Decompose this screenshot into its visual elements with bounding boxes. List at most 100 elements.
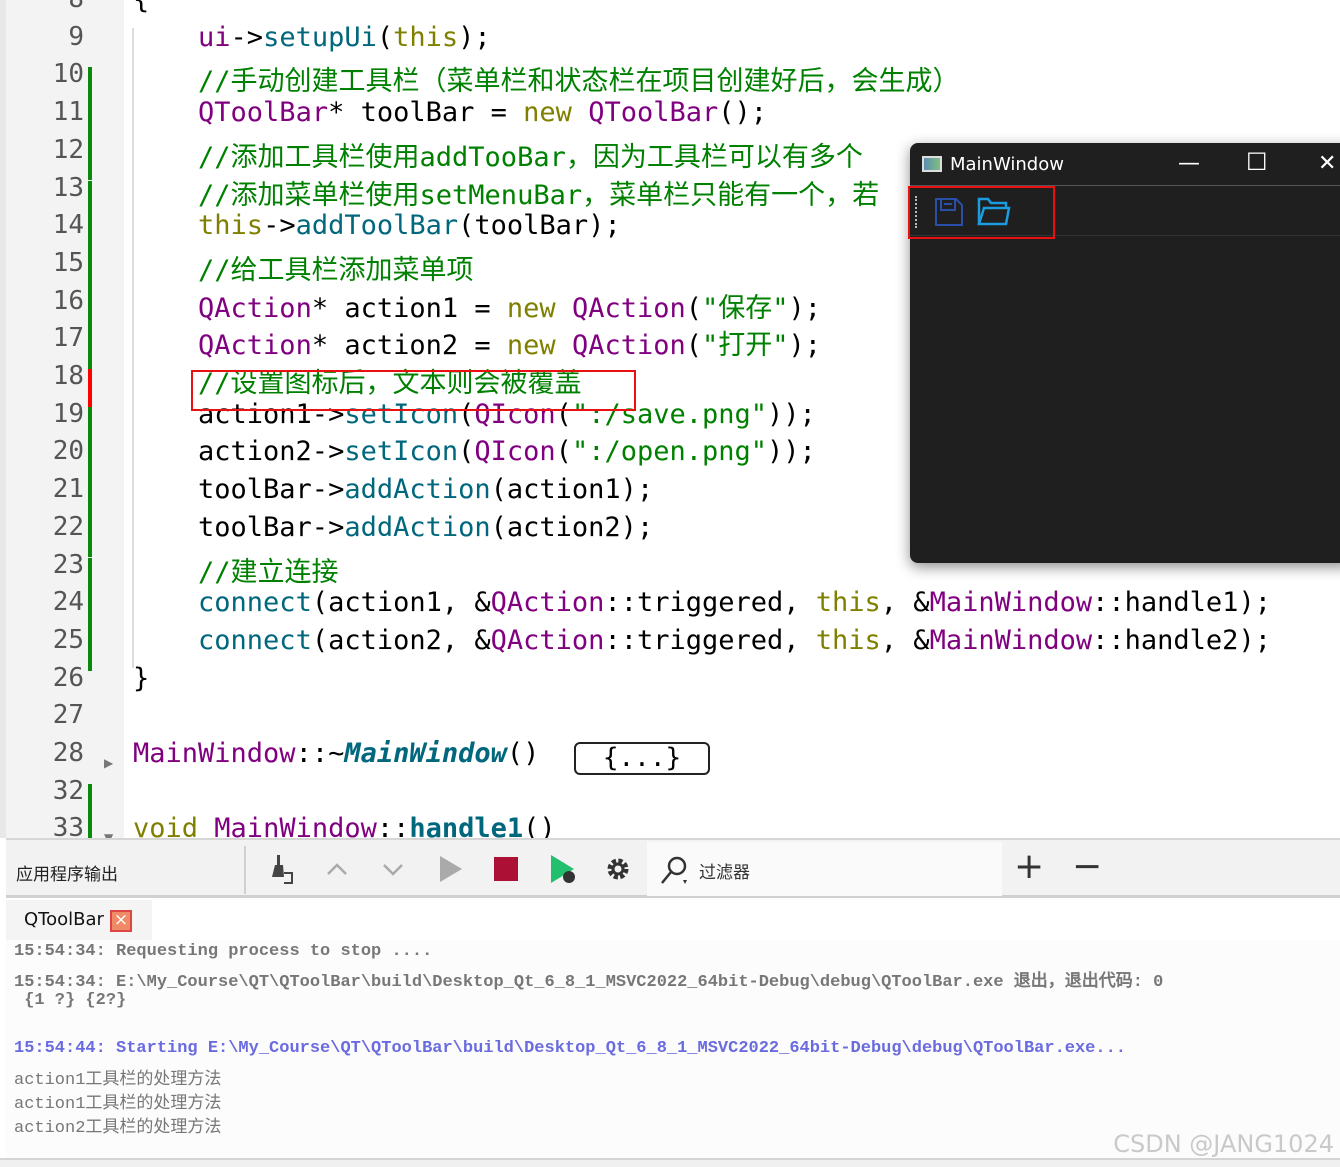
code-token: new	[506, 330, 556, 362]
close-button[interactable]: ✕	[1318, 151, 1336, 176]
folded-code-placeholder[interactable]: {...}	[574, 742, 710, 775]
code-token: (	[376, 21, 394, 53]
add-button[interactable]: +	[1014, 846, 1044, 887]
code-token: this	[815, 624, 881, 656]
line-number: 18	[52, 361, 84, 391]
code-token: QAction	[490, 587, 605, 619]
code-token: (	[555, 436, 572, 468]
output-tabs: QToolBar ×	[6, 898, 1340, 940]
minimize-button[interactable]: —	[1178, 151, 1200, 176]
code-token: ));	[767, 436, 816, 468]
code-token: (action1);	[490, 474, 654, 506]
filter-input[interactable]: 过滤器	[647, 842, 1002, 896]
fold-collapse-icon[interactable]: ▼	[104, 831, 113, 838]
status-strip	[0, 1158, 1340, 1167]
code-token: this	[198, 210, 264, 242]
code-token: connect	[198, 624, 312, 656]
code-token: );	[458, 21, 491, 53]
remove-button[interactable]: −	[1072, 846, 1102, 887]
chevron-down-icon[interactable]	[376, 852, 410, 886]
code-token: * action2 =	[311, 330, 507, 362]
chevron-up-icon[interactable]	[320, 852, 354, 886]
code-token: setIcon	[344, 436, 459, 468]
line-number: 23	[52, 549, 84, 580]
code-token: QIcon	[474, 436, 556, 468]
code-line: MainWindow::~MainWindow()	[133, 738, 539, 769]
output-line: action1工具栏的处理方法	[14, 1094, 222, 1114]
code-token: QAction	[198, 330, 312, 362]
change-marker	[88, 519, 92, 558]
output-line: 15:54:34: E:\My_Course\QT\QToolBar\build…	[14, 973, 1164, 993]
code-line: //添加工具栏使用addTooBar，因为工具栏可以有多个	[133, 135, 863, 174]
change-marker	[88, 783, 92, 822]
code-token: setupUi	[263, 21, 377, 53]
code-line: ui->setupUi(this);	[133, 22, 491, 53]
line-number: 15	[52, 247, 84, 278]
code-token: action2->	[133, 436, 345, 468]
fold-expand-icon[interactable]: ▶	[104, 756, 113, 770]
code-token: ();	[718, 97, 768, 129]
line-number: 14	[52, 210, 84, 241]
code-token: ->	[230, 21, 264, 53]
code-token: }	[133, 662, 150, 694]
code-token: ()	[506, 738, 540, 769]
code-token: (action2);	[490, 511, 654, 543]
window-title: MainWindow	[950, 153, 1064, 175]
change-marker	[88, 406, 92, 445]
run-debug-icon[interactable]	[546, 852, 580, 886]
line-number: 11	[52, 97, 84, 128]
maximize-button[interactable]: ☐	[1246, 148, 1268, 176]
gear-icon[interactable]	[601, 852, 635, 886]
code-token: //添加菜单栏使用setMenuBar，菜单栏只能有一个，若	[133, 179, 880, 211]
change-marker	[88, 67, 92, 106]
code-token: void	[133, 813, 199, 838]
code-token: (	[685, 330, 703, 362]
change-marker	[88, 331, 92, 369]
tab-qtoolbar[interactable]: QToolBar ×	[6, 900, 152, 940]
line-number: 21	[52, 474, 84, 505]
code-line: {	[133, 0, 149, 15]
code-token: ->	[263, 210, 296, 242]
code-token: (toolBar);	[458, 210, 621, 242]
line-number: 26	[52, 662, 84, 693]
code-token: new	[523, 97, 572, 129]
code-token: this	[815, 587, 881, 619]
line-number: 19	[52, 398, 84, 429]
app-icon	[922, 156, 942, 172]
tab-close-icon[interactable]: ×	[110, 910, 132, 932]
output-panel-toolbar: 应用程序输出 过滤器 + −	[6, 838, 1340, 898]
code-token: , &	[880, 624, 930, 656]
code-token: //给工具栏添加菜单项	[133, 254, 474, 286]
line-number: 20	[52, 436, 84, 467]
line-number: 13	[52, 172, 84, 203]
highlight-box-toolbar	[908, 186, 1055, 239]
line-number: 28	[52, 738, 84, 768]
code-token: ::triggered,	[604, 587, 816, 619]
filter-placeholder: 过滤器	[699, 863, 750, 883]
output-line: {1 ?} {2?}	[14, 990, 127, 1010]
separator	[244, 846, 246, 894]
code-token: ::	[376, 813, 410, 838]
run-icon[interactable]	[434, 852, 468, 886]
code-line: //建立连接	[133, 550, 339, 589]
code-token: QAction	[198, 292, 312, 324]
code-token: addAction	[344, 511, 491, 543]
clear-icon[interactable]	[264, 852, 298, 886]
code-token: ":/open.png"	[571, 436, 768, 468]
code-token: toolBar->	[133, 474, 345, 506]
code-token: {	[133, 0, 149, 15]
output-line: 15:54:44: Starting E:\My_Course\QT\QTool…	[14, 1039, 1126, 1059]
line-number: 10	[52, 59, 84, 90]
stop-icon[interactable]	[489, 852, 523, 886]
search-icon	[661, 856, 687, 884]
code-token: MainWindow	[929, 587, 1093, 619]
code-token: new	[506, 292, 556, 324]
code-line: QToolBar* toolBar = new QToolBar();	[133, 97, 767, 128]
code-line: this->addToolBar(toolBar);	[133, 210, 621, 241]
output-log[interactable]: 15:54:34: Requesting process to stop ...…	[6, 940, 1340, 1158]
change-marker	[88, 595, 92, 633]
line-number-gutter: 8 9 10 11 12 13 14 15 16 17 18 19 20 21 22 23 24 25 26 27 28…	[6, 0, 124, 838]
